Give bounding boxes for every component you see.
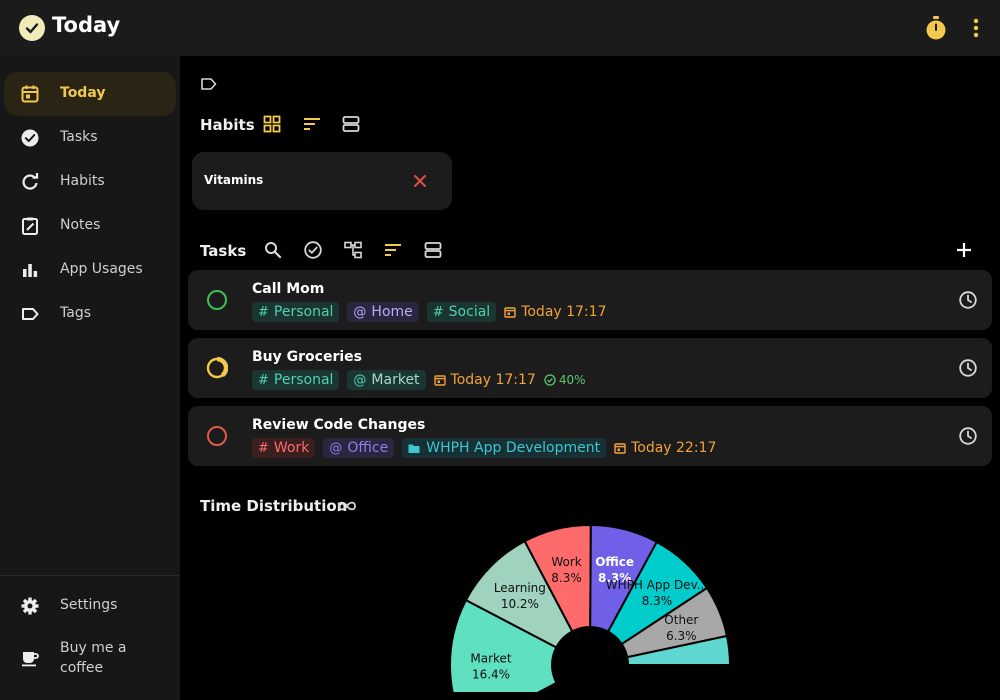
close-icon[interactable]: [412, 173, 428, 189]
add-icon[interactable]: [954, 240, 974, 260]
check-circle-outline-icon: [544, 374, 556, 386]
slice-value-label: 10.2%: [501, 597, 539, 611]
check-circle-outline-icon[interactable]: [303, 240, 323, 260]
folder-icon: [408, 444, 420, 453]
sort-icon[interactable]: [302, 114, 322, 134]
task-card[interactable]: Call Mom # Personal @ Home # Social Today 1…: [188, 270, 992, 330]
task-checkbox-icon[interactable]: [206, 425, 228, 447]
task-meta: # Personal @ Home # Social Today 17:17: [252, 302, 606, 322]
clock-icon[interactable]: [958, 358, 978, 378]
task-title: Buy Groceries: [252, 349, 362, 365]
task-date: Today 17:17: [433, 372, 536, 388]
label-icon[interactable]: [200, 76, 218, 92]
grid-view-icon[interactable]: [262, 114, 282, 134]
task-checkbox-icon[interactable]: [206, 289, 228, 311]
sidebar-item-today[interactable]: Today: [4, 72, 176, 116]
sidebar-item-label: Notes: [60, 217, 101, 233]
task-title: Review Code Changes: [252, 417, 426, 433]
hash-icon: #: [258, 304, 269, 320]
search-icon[interactable]: [263, 240, 283, 260]
project-chip: WHPH App Development: [402, 438, 607, 458]
note-edit-icon: [22, 217, 38, 235]
calendar-icon: [21, 85, 39, 103]
calendar-icon: [504, 307, 516, 318]
task-meta: # Work @ Office WHPH App Development Today…: [252, 438, 716, 458]
sidebar-item-habits[interactable]: Habits: [4, 160, 176, 204]
tag-chip: @ Office: [323, 438, 395, 458]
sidebar-divider: [0, 575, 180, 576]
task-progress: 40%: [544, 373, 586, 387]
gear-icon: [21, 597, 39, 615]
task-card[interactable]: Review Code Changes # Work @ Office WHPH A…: [188, 406, 992, 466]
hash-icon: #: [258, 440, 269, 456]
sort-icon[interactable]: [383, 240, 403, 260]
calendar-icon: [614, 443, 626, 454]
slice-label: Other: [664, 613, 698, 627]
hash-icon: #: [432, 304, 444, 320]
slice-value-label: 8.3%: [551, 571, 582, 585]
tag-chip: @ Market: [347, 370, 426, 390]
slice-label: Work: [551, 555, 581, 569]
hierarchy-icon[interactable]: [343, 240, 363, 260]
view-agenda-icon[interactable]: [341, 114, 361, 134]
tasks-section-title: Tasks: [200, 242, 247, 260]
tag-chip: # Personal: [252, 302, 340, 322]
app-bar: Today: [0, 0, 1000, 56]
slice-label: Office: [595, 555, 634, 569]
time-distribution-chart: Market 16.4% Learning 10.2% Work 8.3% Office 8.…: [430, 520, 750, 700]
bar-chart-icon: [23, 264, 38, 277]
tag-chip: # Social: [426, 302, 497, 322]
tag-chip: @ Home: [347, 302, 419, 322]
habit-card[interactable]: Vitamins: [192, 152, 452, 210]
tag-chip: # Work: [252, 438, 316, 458]
habits-section-title: Habits: [200, 116, 255, 134]
sidebar: Today Tasks Habits Notes App Usages Tags…: [0, 56, 180, 700]
page-title: Today: [52, 13, 121, 37]
at-icon: @: [329, 440, 343, 456]
sidebar-item-label: Today: [60, 85, 106, 101]
stopwatch-icon[interactable]: [924, 15, 948, 41]
slice-value-label: 8.3%: [642, 594, 673, 608]
sidebar-item-tags[interactable]: Tags: [4, 292, 176, 336]
slice-value-label: 6.3%: [666, 629, 697, 643]
tag-chip: # Personal: [252, 370, 340, 390]
sidebar-item-label: App Usages: [60, 261, 143, 277]
coffee-cup-icon: [22, 652, 39, 667]
task-title: Call Mom: [252, 281, 325, 297]
slice-value-label: 16.4%: [472, 667, 510, 681]
clock-icon[interactable]: [958, 290, 978, 310]
hash-icon: #: [258, 372, 269, 388]
pie-chart: Market 16.4% Learning 10.2% Work 8.3% Office 8.…: [449, 523, 732, 700]
sidebar-item-label: Buy me a coffee: [60, 640, 127, 676]
infinity-icon[interactable]: [336, 496, 358, 516]
task-meta: # Personal @ Market Today 17:17 40%: [252, 370, 586, 390]
sidebar-item-notes[interactable]: Notes: [4, 204, 176, 248]
sidebar-item-label: Tasks: [60, 129, 98, 145]
sidebar-item-settings[interactable]: Settings: [4, 584, 176, 628]
task-card[interactable]: Buy Groceries # Personal @ Market Today 17…: [188, 338, 992, 398]
at-icon: @: [353, 304, 367, 320]
check-circle-icon: [21, 129, 39, 147]
sidebar-item-label: Habits: [60, 173, 105, 189]
view-agenda-icon[interactable]: [423, 240, 443, 260]
slice-label: Learning: [494, 581, 546, 595]
sidebar-item-tasks[interactable]: Tasks: [4, 116, 176, 160]
sidebar-item-label: Tags: [60, 305, 91, 321]
time-distribution-title: Time Distribution: [200, 497, 348, 515]
habit-name: Vitamins: [204, 173, 264, 187]
sidebar-item-label: Settings: [60, 597, 118, 613]
sidebar-item-app-usages[interactable]: App Usages: [4, 248, 176, 292]
calendar-icon: [433, 375, 446, 386]
refresh-icon: [22, 173, 39, 190]
task-date: Today 22:17: [614, 440, 716, 456]
clock-icon[interactable]: [958, 426, 978, 446]
label-icon: [22, 308, 39, 320]
slice-label: WHPH App Dev...: [606, 578, 708, 592]
check-circle-icon: [19, 15, 45, 41]
at-icon: @: [353, 372, 367, 388]
slice-label: Market: [470, 651, 512, 665]
more-vert-icon[interactable]: [966, 16, 986, 40]
task-progress-icon[interactable]: [206, 357, 228, 379]
task-date: Today 17:17: [504, 304, 606, 320]
